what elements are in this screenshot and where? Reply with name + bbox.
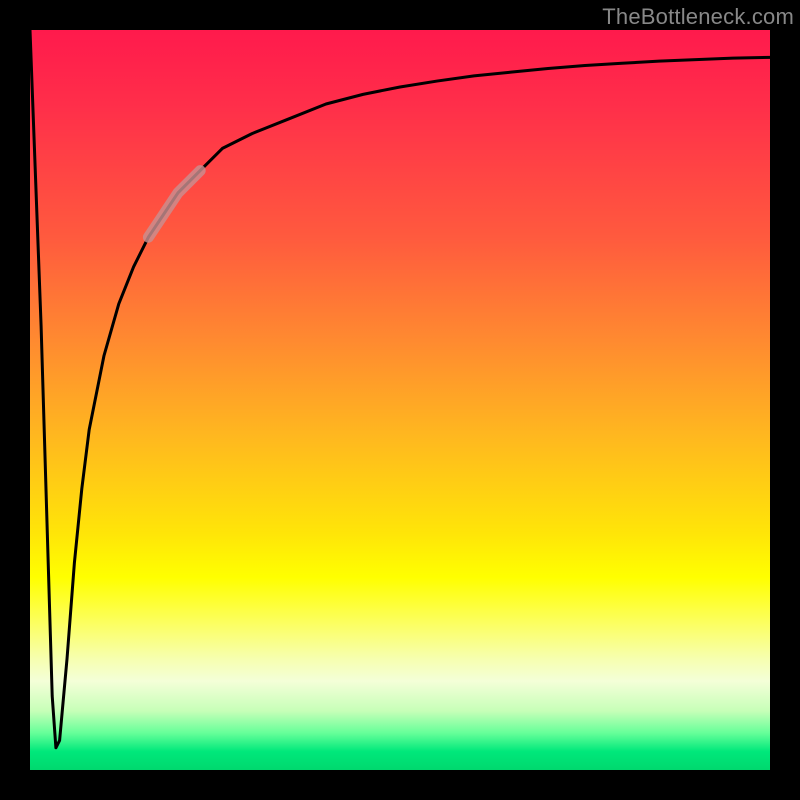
- plot-area: [30, 30, 770, 770]
- bottleneck-curve: [30, 30, 770, 748]
- chart-frame: TheBottleneck.com: [0, 0, 800, 800]
- watermark-text: TheBottleneck.com: [602, 4, 794, 30]
- curve-svg: [30, 30, 770, 770]
- curve-highlight-segment: [148, 171, 200, 238]
